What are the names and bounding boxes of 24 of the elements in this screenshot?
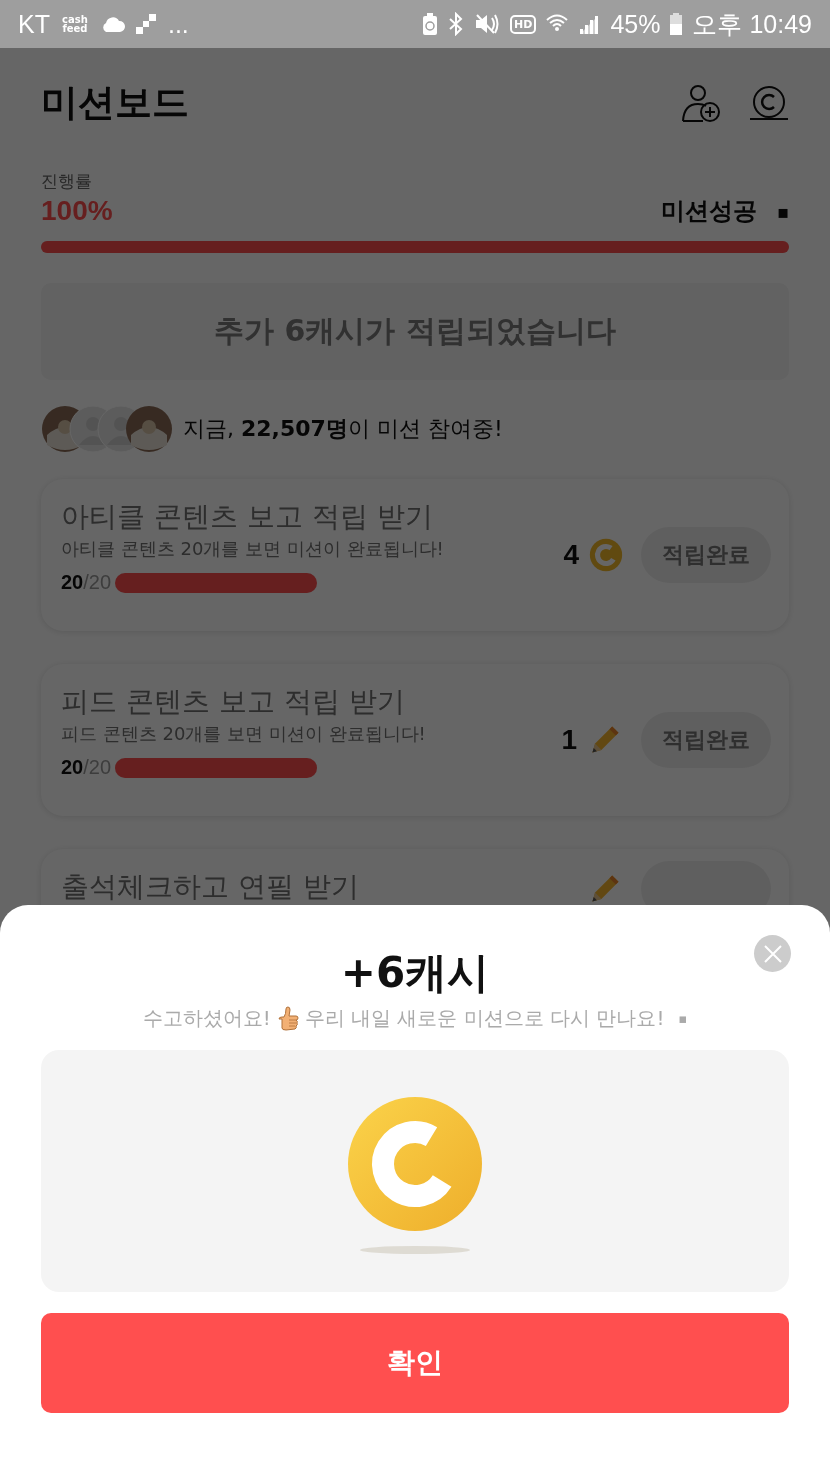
app-logo: cash feed	[61, 15, 89, 33]
battery-percent: 45%	[610, 9, 661, 39]
more-notifications: ...	[167, 9, 189, 39]
status-mark: ▪	[776, 200, 789, 222]
progress-percent: 100%	[41, 195, 113, 227]
reward-title: +6캐시	[340, 947, 490, 999]
participants-text: 지금, 22,507명이 미션 참여중!	[183, 415, 503, 443]
mission-title: 피드 콘텐츠 보고 적립 받기	[61, 684, 406, 720]
reward-amount: 1	[561, 724, 577, 756]
confirm-button[interactable]: 확인	[41, 1313, 789, 1413]
mission-description: 피드 콘텐츠 20개를 보면 미션이 완료됩니다!	[61, 722, 426, 746]
mission-description: 아티클 콘텐츠 20개를 보면 미션이 완료됩니다!	[61, 537, 444, 561]
mission-title: 아티클 콘텐츠 보고 적립 받기	[61, 499, 434, 535]
message-mark: ▪	[678, 1011, 688, 1026]
reward-amount: 4	[563, 539, 579, 571]
message-text: 우리 내일 새로운 미션으로 다시 만나요!	[304, 1005, 665, 1032]
mission-status: 미션성공	[660, 196, 757, 227]
carrier-name: KT	[18, 9, 50, 39]
clock: 오후 10:49	[692, 8, 812, 40]
message-text: 수고하셨어요!	[142, 1005, 271, 1032]
page-title: 미션보드	[41, 80, 189, 126]
mission-title: 출석체크하고 연필 받기	[61, 869, 359, 905]
progress-label: 진행률	[41, 170, 93, 193]
hd-indicator: HD	[510, 14, 537, 34]
